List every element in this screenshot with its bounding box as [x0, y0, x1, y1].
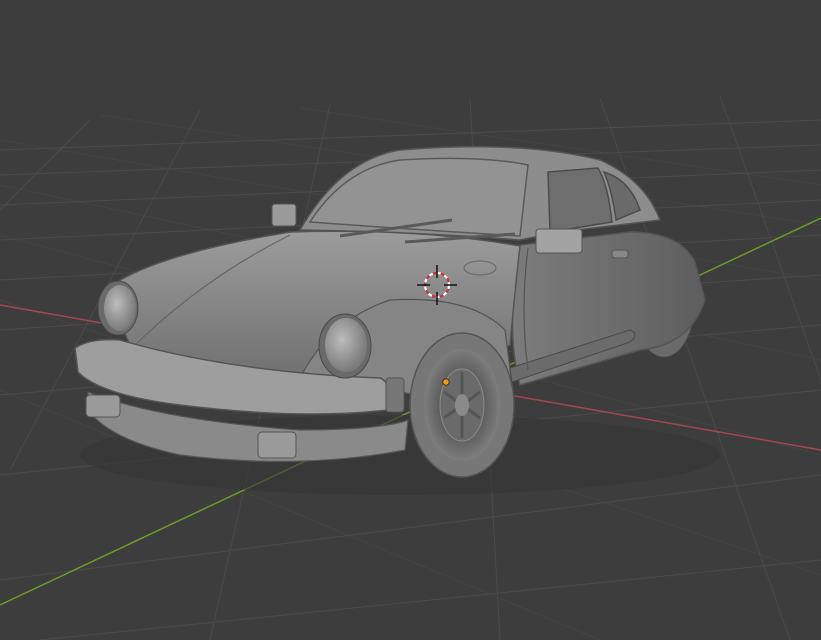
turn-signal: [385, 377, 405, 413]
car-model[interactable]: [74, 145, 720, 495]
headlight-right: [318, 313, 372, 379]
mirror-left: [271, 203, 297, 227]
front-wheel: [409, 332, 515, 478]
bumper-guard-right: [257, 431, 297, 459]
3d-viewport[interactable]: [0, 0, 821, 640]
side-window: [547, 167, 613, 233]
door-handle: [611, 249, 629, 259]
mirror-right: [535, 228, 583, 254]
headlight-left: [97, 280, 139, 336]
object-origin-dot: [442, 378, 450, 386]
viewport-canvas[interactable]: [0, 0, 821, 640]
bumper-guard-left: [85, 394, 121, 418]
